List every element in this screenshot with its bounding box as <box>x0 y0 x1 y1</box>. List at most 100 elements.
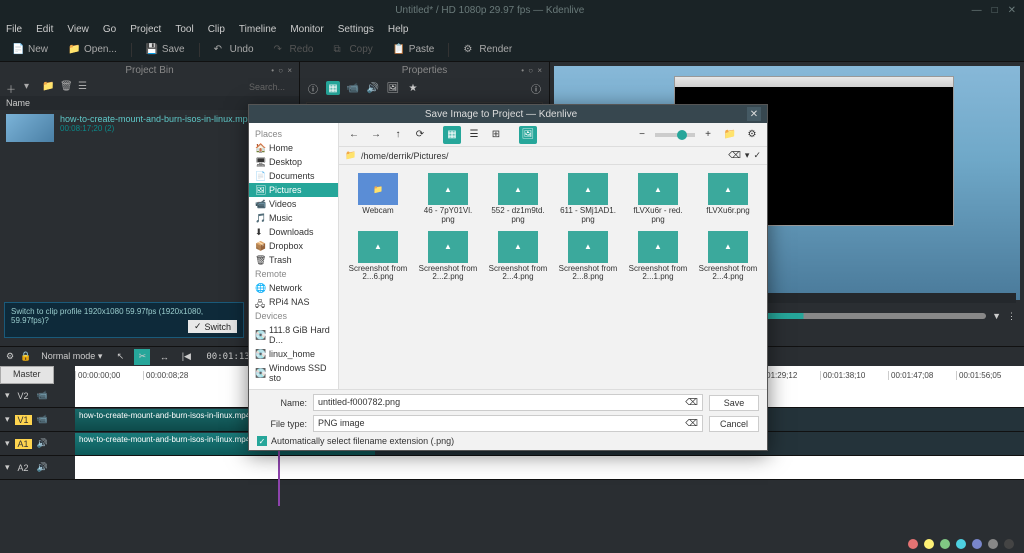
info-icon[interactable]: ⓘ <box>306 81 320 95</box>
audio-icon[interactable]: 🔊 <box>37 462 48 473</box>
list-view-icon[interactable]: ☰ <box>465 126 483 144</box>
preview-icon[interactable]: 🖼 <box>519 126 537 144</box>
path-bar[interactable]: 📁 /home/derrik/Pictures/ ⌫ ▾ ✓ <box>339 147 767 165</box>
chevron-down-icon[interactable]: ▾ <box>5 390 10 401</box>
menu-view[interactable]: View <box>67 24 89 35</box>
menu-monitor[interactable]: Monitor <box>290 24 323 35</box>
marker-icon[interactable]: ▼ <box>992 311 1001 321</box>
track-body[interactable] <box>75 456 1024 479</box>
razor-tool-icon[interactable]: ✂ <box>134 349 150 365</box>
status-dot[interactable] <box>940 539 950 549</box>
place-device[interactable]: 💽111.8 GiB Hard D... <box>249 323 338 347</box>
menu-help[interactable]: Help <box>388 24 409 35</box>
add-clip-icon[interactable]: ＋ <box>6 81 18 93</box>
grid-icon[interactable]: ▦ <box>326 81 340 95</box>
place-nas[interactable]: 🖧RPi4 NAS <box>249 295 338 309</box>
clear-icon[interactable]: ⌫ <box>728 150 741 161</box>
status-dot[interactable] <box>908 539 918 549</box>
open-button[interactable]: 📁Open... <box>62 42 123 58</box>
status-dot[interactable] <box>988 539 998 549</box>
master-tab[interactable]: Master <box>0 366 54 384</box>
file-item[interactable]: ▲fLVXu6r - red. png <box>625 173 691 225</box>
undo-button[interactable]: ↶Undo <box>208 42 260 58</box>
new-button[interactable]: 📄New <box>6 42 54 58</box>
place-dropbox[interactable]: 📦Dropbox <box>249 239 338 253</box>
switch-button[interactable]: ✓ Switch <box>188 320 237 333</box>
settings-icon[interactable]: ⚙ <box>743 126 761 144</box>
video-icon[interactable]: 📹 <box>37 390 48 401</box>
chevron-down-icon[interactable]: ▾ <box>24 81 36 93</box>
file-item[interactable]: ▲fLVXu6r.png <box>695 173 761 225</box>
place-downloads[interactable]: ⬇Downloads <box>249 225 338 239</box>
clear-icon[interactable]: ⌫ <box>685 397 698 408</box>
video-icon[interactable]: 📹 <box>37 414 48 425</box>
place-device[interactable]: 💽Windows SSD sto <box>249 361 338 385</box>
menu-edit[interactable]: Edit <box>36 24 53 35</box>
zoom-in-icon[interactable]: + <box>699 126 717 144</box>
video-icon[interactable]: 📹 <box>346 81 360 95</box>
save-button[interactable]: Save <box>709 395 759 411</box>
status-dot[interactable] <box>1004 539 1014 549</box>
copy-button[interactable]: ⧉Copy <box>327 42 378 58</box>
menu-go[interactable]: Go <box>103 24 116 35</box>
status-dot[interactable] <box>972 539 982 549</box>
audio-icon[interactable]: 🔊 <box>37 438 48 449</box>
file-item[interactable]: ▲Screenshot from 2...1.png <box>625 231 691 283</box>
skip-start-icon[interactable]: |◀ <box>178 349 194 365</box>
list-icon[interactable]: ☰ <box>78 81 90 93</box>
file-grid[interactable]: 📁Webcam▲46 - 7pY01Vl. png▲552 - dz1m9td.… <box>339 165 767 290</box>
reload-icon[interactable]: ⟳ <box>411 126 429 144</box>
filetype-select[interactable]: PNG image⌫ <box>313 415 703 432</box>
delete-icon[interactable]: 🗑 <box>60 81 72 93</box>
spacer-tool-icon[interactable]: ↔ <box>156 349 172 365</box>
back-icon[interactable]: ← <box>345 126 363 144</box>
place-music[interactable]: 🎵Music <box>249 211 338 225</box>
new-folder-icon[interactable]: 📁 <box>721 126 739 144</box>
file-item[interactable]: ▲46 - 7pY01Vl. png <box>415 173 481 225</box>
cancel-button[interactable]: Cancel <box>709 416 759 432</box>
close-icon[interactable]: ✕ <box>747 107 761 121</box>
up-icon[interactable]: ↑ <box>389 126 407 144</box>
panel-menu-icon[interactable]: • ○ × <box>521 66 543 75</box>
place-trash[interactable]: 🗑Trash <box>249 253 338 267</box>
place-documents[interactable]: 📄Documents <box>249 169 338 183</box>
options-icon[interactable]: ⋮ <box>1007 311 1016 322</box>
tree-view-icon[interactable]: ⊞ <box>487 126 505 144</box>
close-icon[interactable]: ✕ <box>1008 5 1016 16</box>
icon-size-slider[interactable] <box>655 133 695 137</box>
paste-button[interactable]: 📋Paste <box>387 42 441 58</box>
lock-icon[interactable]: 🔒 <box>20 351 31 362</box>
menu-tool[interactable]: Tool <box>175 24 193 35</box>
file-item[interactable]: ▲Screenshot from 2...8.png <box>555 231 621 283</box>
file-item[interactable]: 📁Webcam <box>345 173 411 225</box>
mode-dropdown[interactable]: Normal mode ▾ <box>37 350 106 363</box>
audio-icon[interactable]: 🔊 <box>366 81 380 95</box>
file-item[interactable]: ▲552 - dz1m9td. png <box>485 173 551 225</box>
minimize-icon[interactable]: — <box>972 5 982 16</box>
chevron-down-icon[interactable]: ▾ <box>5 462 10 473</box>
dialog-titlebar[interactable]: Save Image to Project — Kdenlive ✕ <box>249 105 767 123</box>
place-pictures[interactable]: 🖼Pictures <box>249 183 338 197</box>
file-item[interactable]: ▲Screenshot from 2...2.png <box>415 231 481 283</box>
chevron-down-icon[interactable]: ▾ <box>5 414 10 425</box>
status-dot[interactable] <box>924 539 934 549</box>
dropdown-icon[interactable]: ▾ <box>745 150 750 161</box>
file-item[interactable]: ▲Screenshot from 2...4.png <box>485 231 551 283</box>
menu-project[interactable]: Project <box>130 24 161 35</box>
icon-view-icon[interactable]: ▦ <box>443 126 461 144</box>
file-item[interactable]: ▲Screenshot from 2...6.png <box>345 231 411 283</box>
image-icon[interactable]: 🖼 <box>386 81 400 95</box>
menu-file[interactable]: File <box>6 24 22 35</box>
maximize-icon[interactable]: □ <box>992 5 998 16</box>
place-videos[interactable]: 📹Videos <box>249 197 338 211</box>
menu-clip[interactable]: Clip <box>208 24 225 35</box>
star-icon[interactable]: ★ <box>406 81 420 95</box>
cursor-tool-icon[interactable]: ↖ <box>112 349 128 365</box>
chevron-down-icon[interactable]: ▾ <box>5 438 10 449</box>
menu-settings[interactable]: Settings <box>338 24 374 35</box>
menu-timeline[interactable]: Timeline <box>239 24 276 35</box>
place-desktop[interactable]: 🖥Desktop <box>249 155 338 169</box>
gear-icon[interactable]: ⚙ <box>6 351 14 362</box>
forward-icon[interactable]: → <box>367 126 385 144</box>
place-network[interactable]: 🌐Network <box>249 281 338 295</box>
